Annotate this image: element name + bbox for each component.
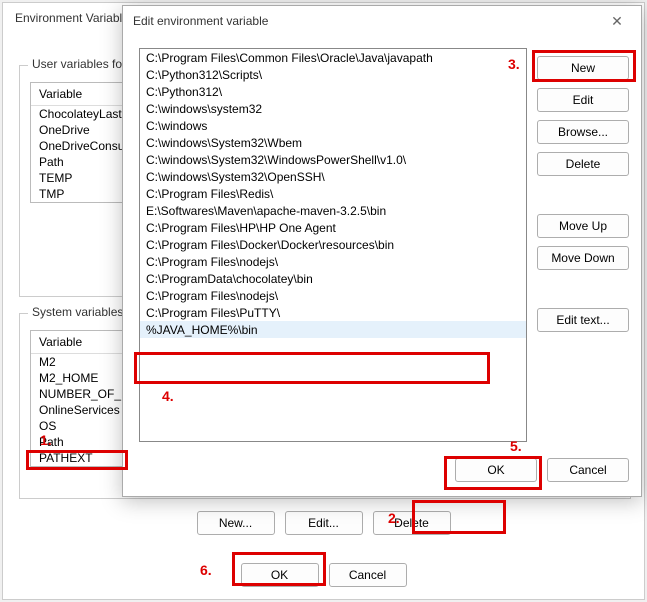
sys-var-button-row: New... Edit... Delete bbox=[3, 511, 644, 535]
list-item[interactable]: C:\windows bbox=[140, 117, 526, 134]
path-listbox[interactable]: C:\Program Files\Common Files\Oracle\Jav… bbox=[139, 48, 527, 442]
front-dialog-title: Edit environment variable bbox=[133, 6, 268, 36]
column-header-variable: Variable bbox=[31, 83, 90, 105]
edit-button[interactable]: Edit bbox=[537, 88, 629, 112]
delete-button[interactable]: Delete bbox=[537, 152, 629, 176]
list-item[interactable]: C:\Python312\ bbox=[140, 83, 526, 100]
list-item[interactable]: C:\Program Files\nodejs\ bbox=[140, 253, 526, 270]
new-button[interactable]: New... bbox=[197, 511, 275, 535]
list-item[interactable]: C:\Program Files\Docker\Docker\resources… bbox=[140, 236, 526, 253]
sys-group-label: System variables bbox=[28, 305, 127, 319]
list-item[interactable]: C:\windows\system32 bbox=[140, 100, 526, 117]
side-button-column: New Edit Browse... Delete Move Up Move D… bbox=[537, 56, 629, 340]
edit-env-var-dialog: Edit environment variable ✕ C:\Program F… bbox=[122, 5, 642, 497]
cancel-button[interactable]: Cancel bbox=[547, 458, 629, 482]
new-button[interactable]: New bbox=[537, 56, 629, 80]
list-item[interactable]: C:\Program Files\PuTTY\ bbox=[140, 304, 526, 321]
move-up-button[interactable]: Move Up bbox=[537, 214, 629, 238]
list-item[interactable]: C:\Python312\Scripts\ bbox=[140, 66, 526, 83]
list-item[interactable]: C:\windows\System32\OpenSSH\ bbox=[140, 168, 526, 185]
front-titlebar: Edit environment variable ✕ bbox=[123, 6, 641, 36]
column-header-variable: Variable bbox=[31, 331, 90, 353]
list-item[interactable]: E:\Softwares\Maven\apache-maven-3.2.5\bi… bbox=[140, 202, 526, 219]
edit-button[interactable]: Edit... bbox=[285, 511, 363, 535]
delete-button[interactable]: Delete bbox=[373, 511, 451, 535]
list-item[interactable]: %JAVA_HOME%\bin bbox=[140, 321, 526, 338]
dialog-bottom-row: OK Cancel bbox=[3, 563, 644, 587]
list-item[interactable]: C:\windows\System32\Wbem bbox=[140, 134, 526, 151]
ok-button[interactable]: OK bbox=[241, 563, 319, 587]
front-bottom-row: OK Cancel bbox=[455, 458, 629, 482]
list-item[interactable]: C:\Program Files\Common Files\Oracle\Jav… bbox=[140, 49, 526, 66]
list-item[interactable]: C:\Program Files\nodejs\ bbox=[140, 287, 526, 304]
browse-button[interactable]: Browse... bbox=[537, 120, 629, 144]
list-item[interactable]: C:\ProgramData\chocolatey\bin bbox=[140, 270, 526, 287]
list-item[interactable]: C:\Program Files\HP\HP One Agent bbox=[140, 219, 526, 236]
ok-button[interactable]: OK bbox=[455, 458, 537, 482]
cancel-button[interactable]: Cancel bbox=[329, 563, 407, 587]
list-item[interactable]: C:\Program Files\Redis\ bbox=[140, 185, 526, 202]
move-down-button[interactable]: Move Down bbox=[537, 246, 629, 270]
list-item[interactable]: C:\windows\System32\WindowsPowerShell\v1… bbox=[140, 151, 526, 168]
edit-text-button[interactable]: Edit text... bbox=[537, 308, 629, 332]
close-icon[interactable]: ✕ bbox=[603, 6, 631, 36]
